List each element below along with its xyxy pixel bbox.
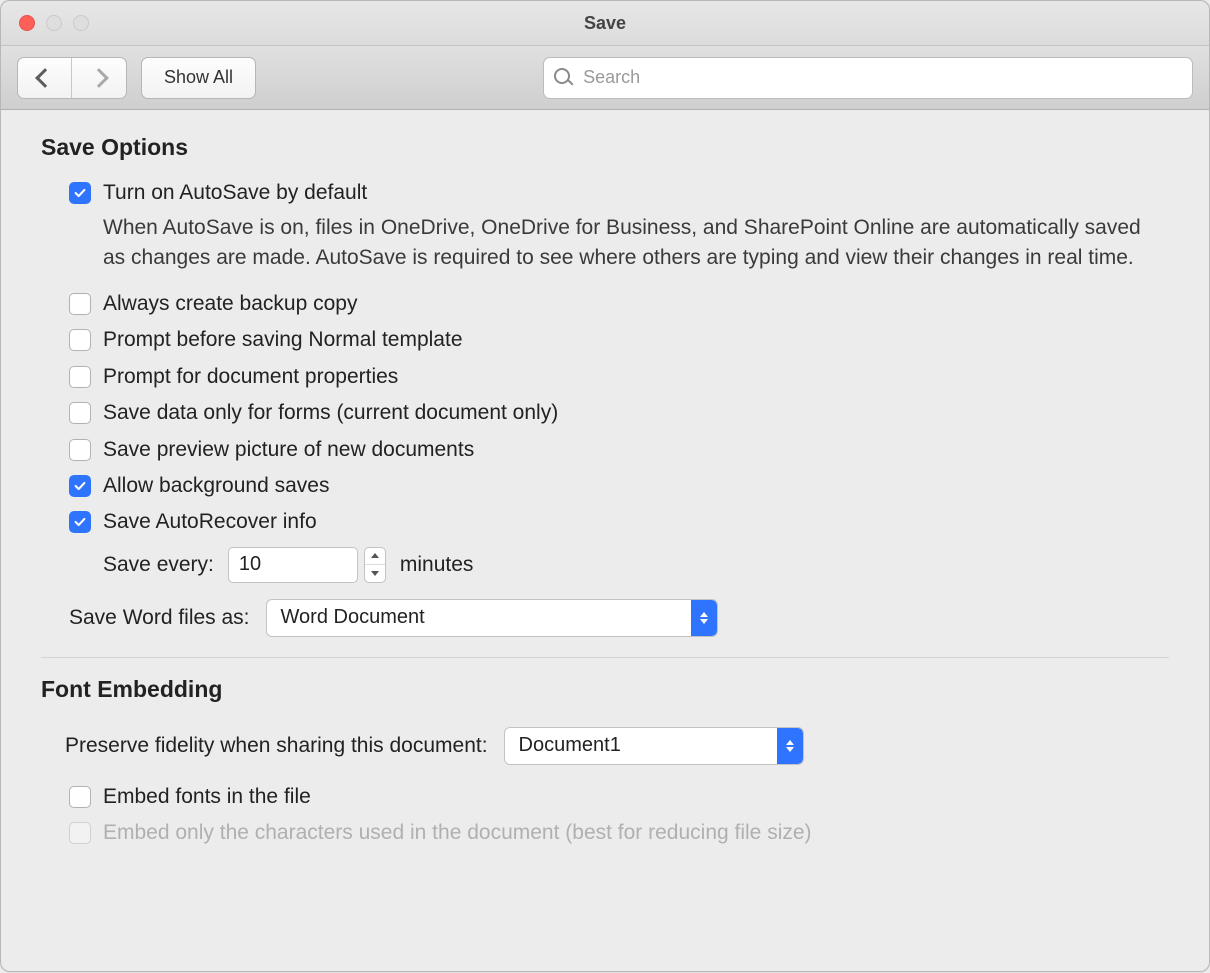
preserve-fidelity-value: Document1: [505, 728, 777, 764]
save-every-stepper[interactable]: [364, 547, 386, 583]
embed-subset-label: Embed only the characters used in the do…: [103, 819, 812, 847]
preferences-window: Save Show All Save Options Turn on AutoS…: [0, 0, 1210, 972]
backup-copy-checkbox[interactable]: [69, 293, 91, 315]
save-every-label: Save every:: [103, 553, 214, 577]
embed-fonts-checkbox[interactable]: [69, 786, 91, 808]
save-files-as-label: Save Word files as:: [69, 606, 250, 630]
forward-button[interactable]: [72, 58, 126, 98]
select-arrows-icon: [777, 728, 803, 764]
allow-bg-saves-checkbox[interactable]: [69, 475, 91, 497]
backup-copy-label: Always create backup copy: [103, 290, 357, 318]
back-button[interactable]: [18, 58, 72, 98]
separator: [41, 657, 1169, 658]
font-embedding-heading: Font Embedding: [41, 676, 1169, 703]
show-all-button[interactable]: Show All: [141, 57, 256, 99]
stepper-down-icon[interactable]: [365, 565, 385, 582]
search-input[interactable]: [581, 66, 1182, 89]
search-field-wrap[interactable]: [543, 57, 1193, 99]
prompt-normal-label: Prompt before saving Normal template: [103, 326, 463, 354]
preserve-fidelity-select[interactable]: Document1: [504, 727, 804, 765]
embed-fonts-label: Embed fonts in the file: [103, 783, 311, 811]
save-files-as-select[interactable]: Word Document: [266, 599, 718, 637]
search-icon: [554, 68, 573, 88]
save-data-forms-checkbox[interactable]: [69, 402, 91, 424]
save-options-heading: Save Options: [41, 134, 1169, 161]
embed-subset-checkbox: [69, 822, 91, 844]
toolbar: Show All: [1, 46, 1209, 110]
save-data-forms-label: Save data only for forms (current docume…: [103, 399, 558, 427]
save-every-input[interactable]: 10: [228, 547, 358, 583]
prompt-props-label: Prompt for document properties: [103, 363, 398, 391]
preview-pic-label: Save preview picture of new documents: [103, 436, 474, 464]
preview-pic-checkbox[interactable]: [69, 439, 91, 461]
autosave-checkbox[interactable]: [69, 182, 91, 204]
chevron-right-icon: [89, 68, 109, 88]
autorecover-checkbox[interactable]: [69, 511, 91, 533]
preserve-fidelity-label: Preserve fidelity when sharing this docu…: [65, 734, 488, 758]
stepper-up-icon[interactable]: [365, 548, 385, 566]
window-title: Save: [1, 13, 1209, 34]
allow-bg-saves-label: Allow background saves: [103, 472, 329, 500]
titlebar: Save: [1, 1, 1209, 46]
save-files-as-value: Word Document: [267, 600, 691, 636]
prompt-normal-checkbox[interactable]: [69, 329, 91, 351]
select-arrows-icon: [691, 600, 717, 636]
chevron-left-icon: [35, 68, 55, 88]
nav-segmented: [17, 57, 127, 99]
autorecover-label: Save AutoRecover info: [103, 508, 317, 536]
minutes-label: minutes: [400, 553, 474, 577]
autosave-description: When AutoSave is on, files in OneDrive, …: [103, 213, 1163, 272]
prompt-props-checkbox[interactable]: [69, 366, 91, 388]
autosave-label: Turn on AutoSave by default: [103, 179, 367, 207]
content-area: Save Options Turn on AutoSave by default…: [1, 110, 1209, 973]
